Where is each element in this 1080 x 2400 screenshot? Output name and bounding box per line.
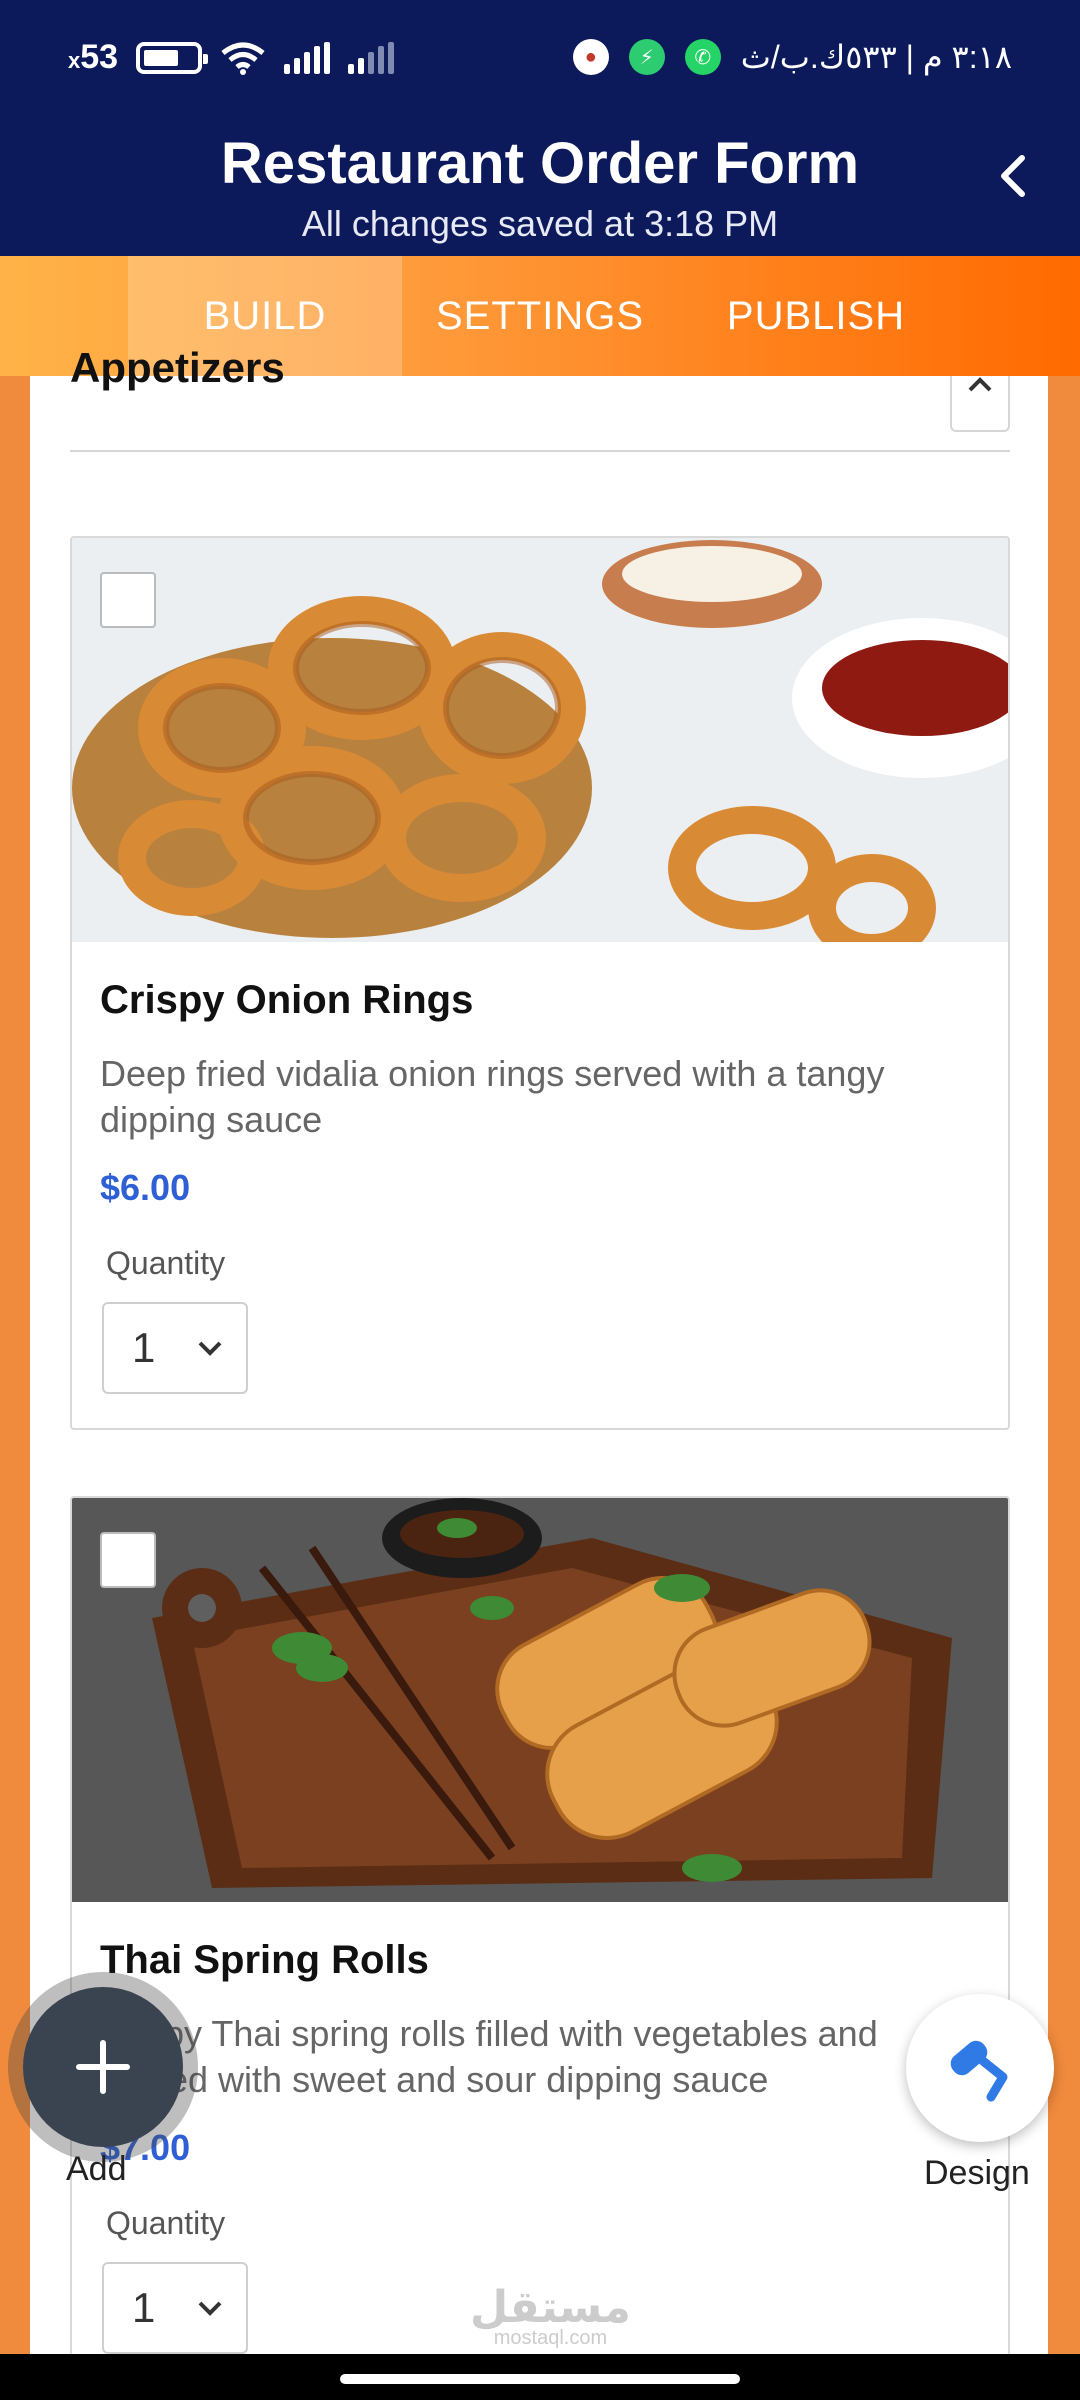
app-header: Restaurant Order Form All changes saved …: [0, 120, 1080, 256]
watermark: مستقل mostaql.com: [470, 2282, 631, 2350]
chevron-down-icon: [198, 2301, 222, 2316]
status-bar: x53 ● ⚡ ✆ ٣:١٨ م | ٥٣٣ك.ب/ث: [0, 0, 1080, 120]
save-status: All changes saved at 3:18 PM: [301, 203, 779, 244]
spring-rolls-photo: [72, 1498, 1008, 1902]
paint-roller-icon: [950, 2040, 1008, 2102]
design-label: Design: [924, 2154, 1030, 2192]
item-checkbox[interactable]: [100, 1532, 156, 1588]
quantity-select[interactable]: 1: [102, 2262, 248, 2354]
tab-settings[interactable]: SETTINGS: [402, 256, 678, 376]
item-name: Thai Spring Rolls: [100, 1938, 429, 1982]
collapse-button[interactable]: [950, 376, 1010, 432]
chevron-down-icon: [198, 1341, 222, 1356]
status-battery-percent: x53: [68, 38, 119, 76]
chevron-up-icon: [968, 377, 992, 392]
section-title: Appetizers: [70, 344, 285, 391]
quantity-label: Quantity: [106, 2205, 226, 2241]
item-price: $7.00: [100, 2127, 191, 2168]
status-right: ● ⚡ ✆ ٣:١٨ م | ٥٣٣ك.ب/ث: [572, 38, 1012, 76]
notification-app-icon: ●: [572, 39, 609, 75]
plus-icon: [76, 2040, 130, 2094]
item-price: $6.00: [100, 1167, 191, 1208]
whatsapp-icon: ✆: [684, 39, 721, 75]
status-left: x53: [68, 38, 395, 77]
wifi-icon: [221, 42, 265, 75]
signal-icon: [284, 41, 331, 74]
watermark-latin: mostaql.com: [493, 2327, 608, 2349]
item-description: Crispy Thai spring rolls filled with veg…: [100, 2013, 878, 2100]
quantity-value: 1: [132, 1324, 156, 1371]
quantity-label: Quantity: [106, 1245, 226, 1281]
add-label: Add: [66, 2150, 127, 2188]
item-checkbox[interactable]: [100, 572, 156, 628]
item-description: Deep fried vidalia onion rings served wi…: [100, 1053, 885, 1140]
section-header: Appetizers: [70, 344, 1010, 452]
add-button[interactable]: [8, 1972, 198, 2162]
add-button-inner: [23, 1987, 183, 2147]
quantity-select[interactable]: 1: [102, 1302, 248, 1394]
battery-icon: [136, 41, 209, 74]
menu-item-card: Crispy Onion Rings Deep fried vidalia on…: [70, 536, 1010, 1430]
watermark-arabic: مستقل: [470, 2283, 631, 2332]
back-arrow-icon[interactable]: [984, 146, 1044, 206]
notification-app-icon: ⚡: [628, 39, 665, 75]
design-button[interactable]: [906, 1994, 1054, 2142]
quantity-value: 1: [132, 2284, 156, 2331]
status-time-speed: ٣:١٨ م | ٥٣٣ك.ب/ث: [740, 39, 1012, 75]
home-gesture-handle[interactable]: [340, 2374, 740, 2384]
page-title: Restaurant Order Form: [220, 131, 860, 196]
tab-publish[interactable]: PUBLISH: [678, 256, 954, 376]
onion-rings-photo: [72, 538, 1008, 942]
signal-icon-secondary: [348, 41, 395, 74]
item-name: Crispy Onion Rings: [100, 978, 474, 1022]
menu-item-card: Thai Spring Rolls Crispy Thai spring rol…: [70, 1496, 1010, 2396]
